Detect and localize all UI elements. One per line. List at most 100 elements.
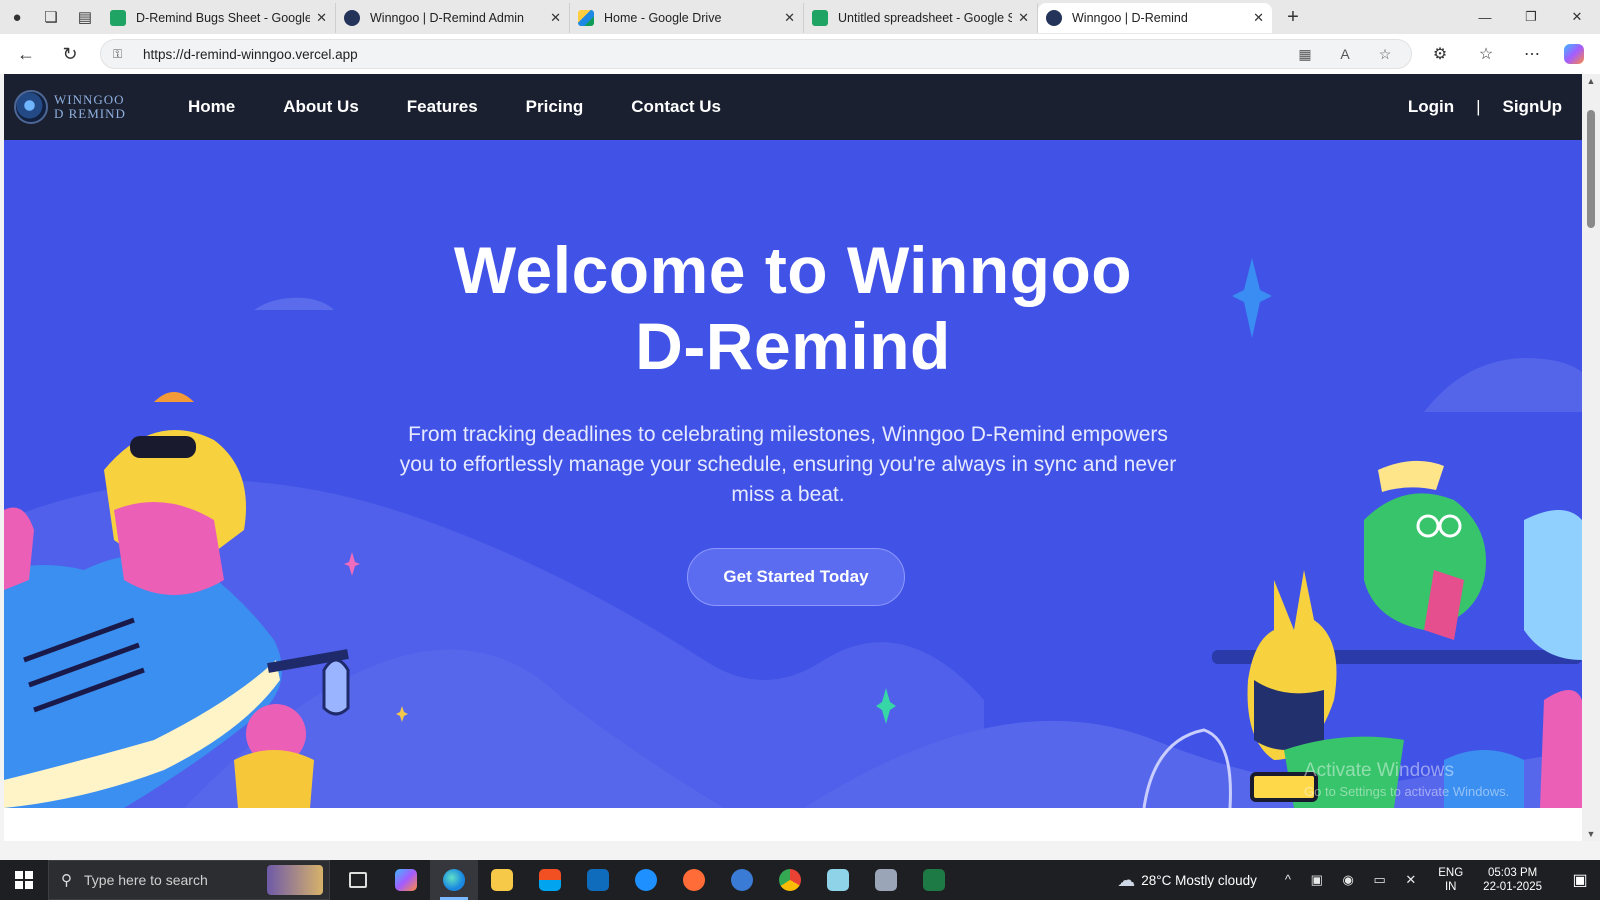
notification-icon[interactable]: ▣ [1560,870,1600,890]
taskbar-search[interactable]: ⚲ Type here to search [48,860,330,900]
hero-subtitle: From tracking deadlines to celebrating m… [399,423,1177,506]
calculator-icon[interactable] [862,860,910,900]
microsoft-store-icon[interactable] [526,860,574,900]
scrollbar-thumb[interactable] [1587,110,1595,228]
get-started-button[interactable]: Get Started Today [687,548,905,606]
pink-creature-body-illustration [234,750,314,808]
winngoo-icon [344,10,360,26]
tab-title: D-Remind Bugs Sheet - Google Sheets [136,11,311,25]
app-store-icon[interactable] [622,860,670,900]
bird-crest-illustration [154,392,194,402]
tab-actions-icon[interactable]: ▤ [68,0,102,34]
hero-title-line2: D-Remind [635,309,951,383]
language-indicator[interactable]: ENG IN [1438,866,1463,894]
copilot-taskbar-icon[interactable] [382,860,430,900]
tab-d-remind-admin[interactable]: Winngoo | D-Remind Admin ✕ [336,3,570,33]
auth-separator: | [1476,97,1481,116]
lantern-icon [322,658,350,716]
nav-pricing[interactable]: Pricing [526,97,584,117]
clock[interactable]: 05:03 PM 22-01-2025 [1483,866,1542,894]
logo-text-line1: Winngoo [54,92,125,107]
sunglasses-illustration [130,436,196,458]
refresh-button[interactable]: ↻ [52,36,88,72]
address-toolbar: ← ↻ ⚿ https://d-remind-winngoo.vercel.ap… [0,34,1600,74]
signup-link[interactable]: SignUp [1503,97,1563,117]
postman-icon[interactable] [670,860,718,900]
main-menu: Home About Us Features Pricing Contact U… [188,97,769,117]
browser-tab-strip: ● ❏ ▤ D-Remind Bugs Sheet - Google Sheet… [0,0,1600,34]
tray-icons[interactable]: ^ ▣ ◉ ▭ ✕ [1285,872,1424,888]
task-view-icon[interactable] [334,860,382,900]
green-character-illustration [1364,493,1486,630]
blue-character-illustration [1524,510,1582,660]
workspaces-icon[interactable]: ❏ [34,0,68,34]
tab-title: Winngoo | D-Remind [1072,11,1188,25]
scroll-down-icon[interactable]: ▼ [1582,829,1600,839]
tab-untitled-spreadsheet[interactable]: Untitled spreadsheet - Google Sheets ✕ [804,3,1038,33]
tab-winngoo-d-remind[interactable]: Winngoo | D-Remind ✕ [1038,3,1272,33]
url-text[interactable]: https://d-remind-winngoo.vercel.app [143,47,1279,62]
app-available-icon[interactable]: ▦ [1291,46,1319,63]
tab-title: Untitled spreadsheet - Google Sheets [838,11,1013,25]
nav-about-us[interactable]: About Us [283,97,359,117]
hero-title-line1: Welcome to Winngoo [453,233,1133,307]
more-menu-icon[interactable]: ⋯ [1514,44,1550,64]
auth-links: Login | SignUp [1408,74,1562,140]
tab-d-remind-bugs-sheet[interactable]: D-Remind Bugs Sheet - Google Sheets ✕ [102,3,336,33]
file-explorer-icon[interactable] [478,860,526,900]
excel-icon[interactable] [910,860,958,900]
app-blue-icon[interactable] [718,860,766,900]
edge-browser-icon[interactable] [430,860,478,900]
read-aloud-icon[interactable]: A [1331,46,1359,62]
login-link[interactable]: Login [1408,97,1454,117]
hero-title: Welcome to Winngoo D-Remind [4,232,1582,384]
watermark-line2: Go to Settings to activate Windows. [1304,784,1510,799]
windows-logo-icon [15,871,33,889]
new-tab-button[interactable]: + [1278,6,1308,29]
search-placeholder[interactable]: Type here to search [84,872,267,888]
clock-date: 22-01-2025 [1483,881,1542,893]
tab-title: Winngoo | D-Remind Admin [370,11,525,25]
close-tab-icon[interactable]: ✕ [1018,10,1029,26]
back-button[interactable]: ← [8,36,44,72]
scroll-up-icon[interactable]: ▲ [1582,76,1600,86]
restore-icon[interactable]: ❐ [1508,0,1554,34]
copilot-icon[interactable] [1564,44,1584,64]
drive-icon [578,10,594,26]
nav-features[interactable]: Features [407,97,478,117]
start-button[interactable] [0,860,48,900]
profile-icon[interactable]: ● [0,0,34,34]
tab-title: Home - Google Drive [604,11,722,25]
close-tab-icon[interactable]: ✕ [784,10,795,26]
page-scrollbar[interactable]: ▲ ▼ [1582,74,1600,841]
close-tab-icon[interactable]: ✕ [316,10,327,26]
minimize-icon[interactable]: — [1462,0,1508,34]
pinned-apps [334,860,958,900]
extensions-icon[interactable]: ⚙ [1422,44,1458,64]
nav-home[interactable]: Home [188,97,235,117]
sheets-icon [812,10,828,26]
clock-time: 05:03 PM [1487,867,1538,879]
favorite-star-icon[interactable]: ☆ [1371,46,1399,63]
chrome-icon[interactable] [766,860,814,900]
lock-icon[interactable]: ⚿ [113,47,127,62]
outlook-icon[interactable] [574,860,622,900]
favorites-icon[interactable]: ☆ [1468,44,1504,64]
search-icon: ⚲ [61,872,72,889]
weather-text[interactable]: 28°C Mostly cloudy [1141,873,1257,888]
sheets-icon [110,10,126,26]
close-tab-icon[interactable]: ✕ [550,10,561,26]
nav-contact-us[interactable]: Contact Us [631,97,721,117]
activate-windows-watermark: Activate Windows Go to Settings to activ… [1304,760,1509,799]
site-logo[interactable]: Winngoo D Remind [14,90,164,124]
tab-google-drive[interactable]: Home - Google Drive ✕ [570,3,804,33]
close-tab-icon[interactable]: ✕ [1253,10,1264,26]
search-highlight-icon[interactable] [267,865,323,895]
globe-logo-icon [14,90,48,124]
cap-illustration [1378,460,1444,492]
weather-cloud-icon[interactable]: ☁ [1117,870,1135,891]
notes-app-icon[interactable] [814,860,862,900]
site-header: Winngoo D Remind Home About Us Features … [4,74,1582,140]
close-window-icon[interactable]: ✕ [1554,0,1600,34]
address-bar[interactable]: ⚿ https://d-remind-winngoo.vercel.app ▦ … [100,39,1412,69]
